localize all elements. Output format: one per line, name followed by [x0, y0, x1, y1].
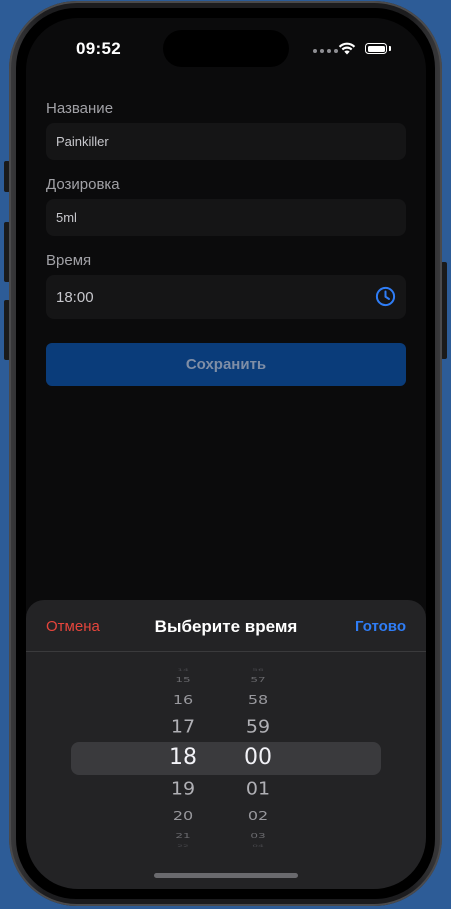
battery-icon: [365, 43, 387, 54]
minute-option[interactable]: 58: [228, 693, 288, 707]
hour-option[interactable]: 21: [153, 833, 213, 840]
minute-option[interactable]: 04: [228, 844, 288, 847]
hour-selected[interactable]: 18: [153, 747, 213, 769]
dosage-field[interactable]: 5ml: [46, 199, 406, 236]
hour-option[interactable]: 14: [153, 668, 213, 671]
time-field[interactable]: 18:00: [46, 275, 406, 319]
dynamic-island: [163, 30, 289, 67]
sheet-header: Отмена Выберите время Готово: [26, 600, 426, 652]
hour-option[interactable]: 17: [153, 717, 213, 736]
battery-tip: [389, 46, 391, 51]
minute-option[interactable]: 59: [228, 717, 288, 736]
minute-option[interactable]: 02: [228, 809, 288, 823]
name-field[interactable]: Painkiller: [46, 123, 406, 160]
time-label: Время: [46, 252, 92, 269]
minute-option[interactable]: 01: [228, 779, 288, 798]
hour-option[interactable]: 16: [153, 693, 213, 707]
home-indicator: [154, 873, 298, 878]
minute-selected[interactable]: 00: [228, 747, 288, 769]
hour-option[interactable]: 20: [153, 809, 213, 823]
dosage-label: Дозировка: [46, 176, 120, 193]
clock-icon[interactable]: [375, 286, 396, 307]
wifi-icon: [338, 42, 356, 55]
time-field-value: 18:00: [56, 288, 94, 306]
phone-screen: 09:52 Название Painkiller Дозировка 5ml …: [26, 18, 426, 889]
save-button[interactable]: Сохранить: [46, 343, 406, 386]
hour-option[interactable]: 22: [153, 844, 213, 847]
time-picker-wheel[interactable]: 14 15 16 17 18 19 20 21 22 56 57 58 59 00 01 02 03 04: [26, 662, 426, 848]
hour-option[interactable]: 15: [153, 677, 213, 684]
minute-option[interactable]: 03: [228, 833, 288, 840]
time-picker-sheet: Отмена Выберите время Готово 14 15 16 17 18 1…: [26, 600, 426, 889]
picker-selection-highlight: [71, 742, 381, 775]
status-bar: 09:52: [26, 18, 426, 78]
done-button[interactable]: Готово: [355, 618, 406, 635]
cellular-signal-icon: [313, 49, 338, 53]
hour-option[interactable]: 19: [153, 779, 213, 798]
minute-option[interactable]: 57: [228, 677, 288, 684]
minute-option[interactable]: 56: [228, 668, 288, 671]
status-time: 09:52: [76, 39, 121, 58]
name-label: Название: [46, 100, 114, 117]
